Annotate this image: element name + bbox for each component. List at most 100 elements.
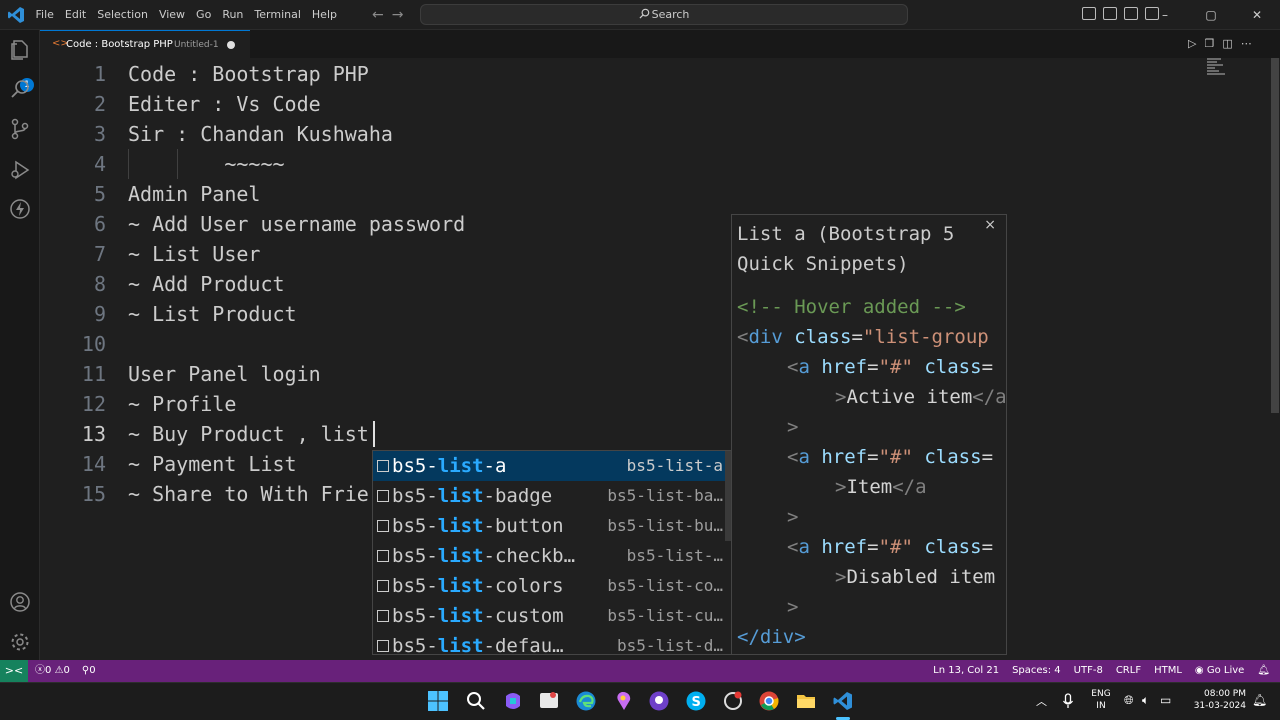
copilot-icon[interactable] — [502, 690, 524, 712]
accounts-icon[interactable] — [8, 590, 32, 614]
skype-icon[interactable]: S — [685, 690, 707, 712]
more-actions-icon[interactable]: ⋯ — [1241, 37, 1252, 50]
suggest-label-suffix: -badge — [483, 485, 553, 507]
extensions-icon[interactable] — [8, 197, 32, 221]
attr-name: class — [794, 326, 852, 348]
taskbar-search-icon[interactable] — [465, 690, 487, 712]
edge-browser-icon[interactable] — [575, 690, 597, 712]
warning-count: 0 — [63, 665, 70, 676]
scrollbar-thumb[interactable] — [1271, 58, 1279, 413]
maximize-button[interactable]: ▢ — [1188, 0, 1234, 30]
file-explorer-icon[interactable] — [795, 690, 817, 712]
back-arrow-icon[interactable]: ← — [372, 7, 384, 23]
manage-gear-icon[interactable] — [8, 630, 32, 654]
paint-icon[interactable] — [612, 690, 634, 712]
menu-file[interactable]: File — [30, 0, 59, 30]
toggle-primary-sidebar-icon[interactable] — [1082, 7, 1096, 20]
item-text: Active item — [846, 386, 973, 408]
menu-go[interactable]: Go — [191, 0, 217, 30]
snippet-icon — [377, 520, 389, 532]
microphone-icon[interactable] — [1062, 693, 1074, 709]
code-line: 12 ~ Profile — [40, 389, 1240, 419]
language-indicator[interactable]: ENG IN — [1088, 688, 1114, 712]
battery-icon[interactable]: ▭ — [1160, 693, 1171, 707]
go-live-button[interactable]: ◉ Go Live — [1195, 660, 1244, 682]
recorder-icon[interactable] — [722, 690, 744, 712]
suggest-item[interactable]: bs5-list-colors bs5-list-co… — [373, 571, 731, 601]
tray-chevron-icon[interactable]: ︿ — [1036, 693, 1047, 709]
line-text: ~ Profile — [128, 392, 237, 416]
code-line: 1 Code : Bootstrap PHP — [40, 59, 1240, 89]
language-mode[interactable]: HTML — [1154, 660, 1182, 682]
ports-indicator[interactable]: ⚲0 — [82, 660, 96, 682]
suggest-scrollbar[interactable] — [725, 451, 731, 541]
tab-description: Untitled-1 — [174, 40, 219, 50]
source-control-icon[interactable] — [8, 117, 32, 141]
attr-name: href — [821, 536, 868, 558]
snipping-tool-icon[interactable] — [538, 690, 560, 712]
unsaved-dot-icon[interactable] — [227, 41, 235, 49]
error-count: 0 — [45, 665, 52, 676]
network-globe-icon[interactable]: 🌐︎ — [1124, 693, 1134, 708]
code-div-close: </div> — [737, 622, 806, 652]
indentation[interactable]: Spaces: 4 — [1012, 660, 1061, 682]
line-number: 7 — [93, 242, 106, 266]
search-icon[interactable] — [8, 77, 32, 101]
suggest-label-prefix: bs5- — [392, 605, 438, 627]
suggest-item[interactable]: bs5-list-button bs5-list-bu… — [373, 511, 731, 541]
volume-icon[interactable]: 🔈︎ — [1142, 693, 1149, 708]
code-line-active: 13 ~ Buy Product , list — [40, 419, 1240, 449]
menu-edit[interactable]: Edit — [59, 0, 91, 30]
minimize-button[interactable]: – — [1142, 0, 1188, 30]
nav-arrows: ← → — [372, 7, 411, 23]
github-icon[interactable] — [648, 690, 670, 712]
remote-indicator-icon[interactable]: >< — [0, 660, 28, 682]
chrome-icon[interactable] — [758, 690, 780, 712]
menu-run[interactable]: Run — [217, 0, 249, 30]
tab-untitled-1[interactable]: <> Code : Bootstrap PHP Untitled-1 — [40, 30, 250, 58]
forward-arrow-icon[interactable]: → — [392, 7, 404, 23]
attr-name: href — [821, 446, 868, 468]
toggle-secondary-sidebar-icon[interactable] — [1124, 7, 1138, 20]
toggle-panel-icon[interactable] — [1103, 7, 1117, 20]
tag-name: a — [798, 536, 810, 558]
clock[interactable]: 08:00 PM 31-03-2024 — [1190, 688, 1246, 712]
notifications-bell-icon[interactable]: 🔔︎ — [1257, 660, 1270, 682]
suggest-item[interactable]: bs5-list-a bs5-list-a — [373, 451, 731, 481]
encoding[interactable]: UTF-8 — [1074, 660, 1103, 682]
line-number: 13 — [81, 422, 106, 446]
menu-terminal[interactable]: Terminal — [249, 0, 307, 30]
suggest-detail: bs5-list-… — [626, 546, 723, 565]
close-window-button[interactable]: ✕ — [1234, 0, 1280, 30]
open-preview-icon[interactable]: ❐ — [1204, 37, 1214, 50]
suggest-item[interactable]: bs5-list-defau… bs5-list-d… — [373, 631, 731, 654]
run-debug-icon[interactable] — [8, 158, 32, 182]
end-of-line[interactable]: CRLF — [1116, 660, 1141, 682]
explorer-icon[interactable] — [8, 38, 32, 62]
vscode-logo-icon[interactable] — [7, 6, 25, 24]
details-title: List a (Bootstrap 5 Quick Snippets) — [737, 223, 955, 275]
error-icon: ⓧ — [35, 665, 45, 676]
command-center-search[interactable]: Search — [420, 4, 908, 25]
minimap[interactable] — [1207, 58, 1227, 82]
suggest-item[interactable]: bs5-list-custom bs5-list-cu… — [373, 601, 731, 631]
menu-selection[interactable]: Selection — [92, 0, 154, 30]
snippet-icon — [377, 610, 389, 622]
problems-indicator[interactable]: ⓧ0 ⚠0 — [35, 660, 70, 682]
notification-center-icon[interactable]: 🔔︎ — [1252, 693, 1267, 707]
cursor-position[interactable]: Ln 13, Col 21 — [933, 660, 999, 682]
windows-start-icon[interactable] — [427, 690, 449, 712]
code-line: 10 — [40, 329, 1240, 359]
code-line: 6 ~ Add User username password — [40, 209, 1240, 239]
split-editor-icon[interactable]: ◫ — [1222, 37, 1232, 50]
editor-scrollbar[interactable] — [1269, 58, 1280, 658]
menu-view[interactable]: View — [153, 0, 190, 30]
run-icon[interactable]: ▷ — [1188, 37, 1196, 50]
suggest-label-match: list — [437, 575, 484, 597]
ports-count: 0 — [89, 665, 96, 676]
menu-help[interactable]: Help — [306, 0, 342, 30]
line-text: Admin Panel — [128, 182, 261, 206]
suggest-item[interactable]: bs5-list-badge bs5-list-ba… — [373, 481, 731, 511]
vscode-taskbar-icon[interactable] — [832, 690, 854, 712]
suggest-item[interactable]: bs5-list-checkb… bs5-list-… — [373, 541, 731, 571]
